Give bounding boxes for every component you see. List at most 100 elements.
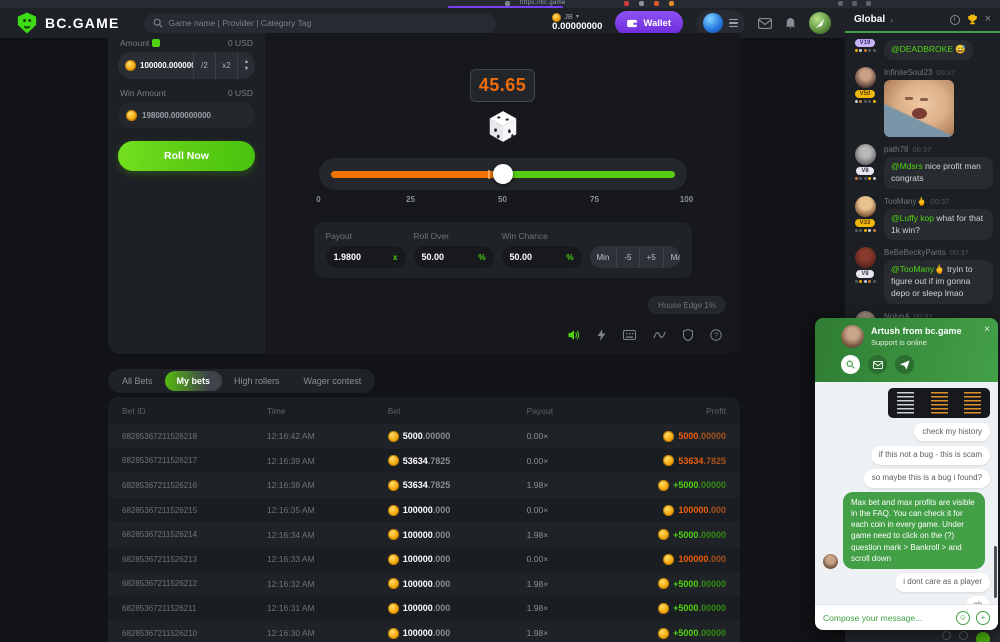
medal-dots bbox=[855, 280, 876, 283]
slider-handle[interactable] bbox=[493, 164, 513, 184]
slider-track[interactable] bbox=[331, 171, 675, 178]
column-header: Payout bbox=[527, 406, 618, 416]
support-screenshot[interactable] bbox=[888, 388, 990, 418]
profit-cell: +5000.00000 bbox=[658, 578, 726, 589]
roll-now-button[interactable]: Roll Now bbox=[118, 141, 255, 171]
search-bar[interactable] bbox=[144, 13, 496, 34]
chance-max-button[interactable]: Max bbox=[663, 246, 680, 268]
time-cell: 12:16:42 AM bbox=[267, 431, 388, 441]
brand-logo[interactable]: BC.GAME bbox=[16, 12, 120, 34]
payout-cell: 0.00× bbox=[527, 456, 618, 466]
extension-icon bbox=[852, 1, 857, 6]
table-row[interactable]: 6828536721152621112:16:31 AM100000.0001.… bbox=[108, 596, 740, 621]
username[interactable]: path78 bbox=[884, 145, 908, 154]
username[interactable]: TooMany🖕 bbox=[884, 197, 926, 206]
live-stats-button[interactable] bbox=[653, 330, 666, 340]
support-telegram-button[interactable] bbox=[895, 355, 914, 374]
bet-cell: 5000.00000 bbox=[388, 431, 527, 442]
emoji-icon[interactable]: ☺ bbox=[956, 611, 970, 625]
chat-toggle-button[interactable] bbox=[809, 12, 831, 34]
turbo-button[interactable] bbox=[597, 329, 606, 341]
table-row[interactable]: 6828536721152621312:16:33 AM100000.0000.… bbox=[108, 547, 740, 572]
amount-value[interactable]: 100000.00000000 bbox=[140, 61, 193, 70]
balance-selector[interactable]: JB ▾ 0.00000000 bbox=[552, 13, 602, 33]
bet-slider[interactable] bbox=[319, 158, 687, 190]
wallet-button[interactable]: Wallet bbox=[615, 11, 683, 35]
roll-over-field[interactable]: 50.00 % bbox=[414, 246, 494, 268]
gif-icon[interactable] bbox=[959, 631, 968, 640]
table-row[interactable]: 6828536721152621712:16:39 AM53634.78250.… bbox=[108, 449, 740, 474]
win-chance-field[interactable]: 50.00 % bbox=[502, 246, 582, 268]
bet-id-cell: 68285367211526217 bbox=[122, 456, 267, 465]
support-close-icon[interactable]: × bbox=[984, 324, 990, 335]
bet-id-cell: 68285367211526213 bbox=[122, 555, 267, 564]
amount-input[interactable]: 100000.00000000 /2 x2 ▲▼ bbox=[118, 52, 255, 79]
table-row[interactable]: 6828536721152621612:16:38 AM53634.78251.… bbox=[108, 473, 740, 498]
payout-field[interactable]: 1.9800 x bbox=[326, 246, 406, 268]
help-button[interactable]: ? bbox=[710, 329, 722, 341]
coin-icon bbox=[663, 431, 674, 442]
send-button[interactable] bbox=[976, 632, 990, 642]
game-toolbar: ? bbox=[568, 329, 722, 341]
username[interactable]: BeBeBeckyPants bbox=[884, 248, 946, 257]
tab-all-bets[interactable]: All Bets bbox=[110, 371, 165, 391]
mention[interactable]: @DEADBROKE bbox=[891, 44, 953, 54]
coin-icon bbox=[663, 455, 674, 466]
half-button[interactable]: /2 bbox=[193, 52, 215, 79]
double-button[interactable]: x2 bbox=[215, 52, 237, 79]
bell-icon bbox=[785, 17, 796, 30]
table-row[interactable]: 6828536721152621412:16:34 AM100000.0001.… bbox=[108, 522, 740, 547]
tab-my-bets[interactable]: My bets bbox=[165, 371, 223, 391]
result-marker bbox=[488, 170, 490, 179]
chevron-right-icon[interactable]: › bbox=[890, 15, 893, 25]
username[interactable]: InfiniteSoul23 bbox=[884, 68, 932, 77]
chance-min-button[interactable]: Min bbox=[590, 246, 617, 268]
chat-close-icon[interactable]: × bbox=[985, 14, 991, 25]
mail-icon bbox=[873, 361, 883, 369]
avatar[interactable] bbox=[855, 144, 876, 165]
attach-icon[interactable]: + bbox=[976, 611, 990, 625]
support-message-out: i dont care as a player bbox=[895, 573, 990, 592]
support-mail-button[interactable] bbox=[868, 355, 887, 374]
agent-avatar bbox=[823, 554, 838, 569]
sound-button[interactable] bbox=[568, 329, 580, 341]
chat-room-title[interactable]: Global bbox=[854, 14, 885, 25]
payout-cell: 1.98× bbox=[527, 628, 618, 638]
support-search-button[interactable] bbox=[841, 355, 860, 374]
scrollbar-thumb[interactable] bbox=[994, 546, 997, 598]
win-amount-field[interactable]: 198000.000000000 bbox=[118, 102, 255, 128]
tab-wager-contest[interactable]: Wager contest bbox=[292, 371, 374, 391]
chat-info-icon[interactable]: i bbox=[950, 15, 960, 25]
emoji-icon[interactable] bbox=[942, 631, 951, 640]
trophy-icon[interactable] bbox=[967, 14, 978, 25]
result-display: 45.65 bbox=[470, 69, 536, 102]
avatar[interactable] bbox=[855, 247, 876, 268]
table-row[interactable]: 6828536721152621812:16:42 AM5000.000000.… bbox=[108, 424, 740, 449]
chat-header: Global › i × bbox=[845, 8, 1000, 33]
mention[interactable]: @TooMany🖕 bbox=[891, 264, 945, 274]
hotkeys-button[interactable] bbox=[623, 330, 636, 340]
chance-minus5-button[interactable]: -5 bbox=[616, 246, 638, 268]
amount-stepper[interactable]: ▲▼ bbox=[237, 52, 255, 79]
fairness-button[interactable] bbox=[683, 329, 693, 341]
mention[interactable]: @Mdsrs bbox=[891, 161, 923, 171]
mention[interactable]: @Luffy kop bbox=[891, 213, 934, 223]
time-cell: 12:16:35 AM bbox=[267, 505, 388, 515]
table-row[interactable]: 6828536721152621212:16:32 AM100000.0001.… bbox=[108, 572, 740, 597]
mail-button[interactable] bbox=[758, 18, 772, 29]
tab-high-rollers[interactable]: High rollers bbox=[222, 371, 292, 391]
menu-icon bbox=[729, 19, 738, 28]
wallet-label: Wallet bbox=[643, 18, 671, 29]
avatar[interactable] bbox=[855, 196, 876, 217]
coin-icon bbox=[388, 603, 399, 614]
search-input[interactable] bbox=[169, 18, 487, 28]
chance-plus5-button[interactable]: +5 bbox=[639, 246, 663, 268]
bet-id-cell: 68285367211526212 bbox=[122, 579, 267, 588]
avatar[interactable] bbox=[855, 67, 876, 88]
chat-message: V33TooMany🖕00:37@Luffy kop what for that… bbox=[852, 196, 993, 241]
compose-input[interactable] bbox=[823, 613, 950, 623]
chat-image[interactable] bbox=[884, 80, 954, 137]
table-row[interactable]: 6828536721152621012:16:30 AM100000.0001.… bbox=[108, 621, 740, 642]
notifications-button[interactable] bbox=[785, 17, 796, 30]
table-row[interactable]: 6828536721152621512:16:35 AM100000.0000.… bbox=[108, 498, 740, 523]
